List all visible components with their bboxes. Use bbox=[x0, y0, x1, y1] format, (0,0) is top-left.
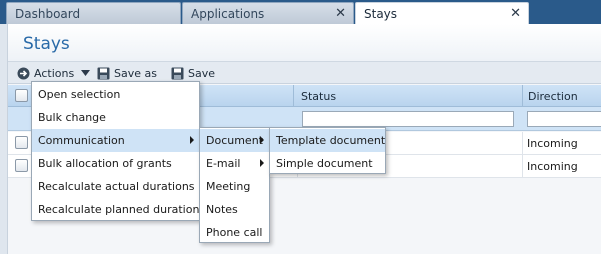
direction-cell: Incoming bbox=[527, 137, 578, 150]
tab-strip: Dashboard Applications ✕ Stays ✕ bbox=[0, 0, 601, 25]
menu-item-open-selection[interactable]: Open selection bbox=[32, 83, 199, 106]
select-all-checkbox[interactable] bbox=[15, 89, 28, 102]
actions-button[interactable]: Actions bbox=[17, 65, 91, 81]
save-as-button[interactable]: Save as bbox=[97, 65, 157, 81]
tab-label: Stays bbox=[364, 7, 398, 21]
tab-dashboard[interactable]: Dashboard bbox=[6, 2, 181, 24]
chevron-down-icon bbox=[81, 70, 91, 76]
menu-item-label: E-mail bbox=[206, 157, 241, 170]
menu-item-label: Phone call bbox=[206, 226, 263, 239]
row-checkbox[interactable] bbox=[15, 136, 28, 149]
column-header-direction[interactable]: Direction bbox=[528, 90, 578, 103]
menu-item-label: Bulk change bbox=[38, 111, 106, 124]
left-border bbox=[0, 24, 8, 254]
menu-item-label: Document bbox=[206, 134, 263, 147]
column-divider bbox=[293, 85, 294, 106]
menu-item-label: Recalculate actual durations bbox=[38, 180, 195, 193]
menu-item-simple-document[interactable]: Simple document bbox=[270, 152, 385, 175]
submenu-arrow-icon bbox=[260, 159, 264, 167]
menu-item-label: Simple document bbox=[276, 157, 373, 170]
column-header-status[interactable]: Status bbox=[301, 90, 336, 103]
close-icon[interactable]: ✕ bbox=[335, 6, 346, 21]
document-submenu: Template document Simple document bbox=[269, 127, 386, 174]
save-button[interactable]: Save bbox=[171, 65, 215, 81]
menu-item-label: Template document bbox=[276, 134, 386, 147]
menu-item-label: Recalculate planned durations bbox=[38, 203, 206, 216]
menu-item-label: Bulk allocation of grants bbox=[38, 157, 172, 170]
tab-applications[interactable]: Applications ✕ bbox=[182, 2, 354, 24]
page-title: Stays bbox=[23, 34, 70, 54]
row-checkbox[interactable] bbox=[15, 159, 28, 172]
column-divider bbox=[522, 155, 523, 177]
menu-item-label: Open selection bbox=[38, 88, 121, 101]
save-as-label: Save as bbox=[114, 66, 157, 80]
actions-menu: Open selection Bulk change Communication… bbox=[31, 81, 205, 221]
submenu-arrow-icon bbox=[190, 136, 194, 144]
menu-item-template-document[interactable]: Template document bbox=[270, 129, 385, 152]
menu-item-notes[interactable]: Notes bbox=[200, 198, 269, 221]
menu-item-recalculate-actual[interactable]: Recalculate actual durations bbox=[32, 175, 199, 198]
save-icon bbox=[171, 67, 184, 79]
menu-item-document[interactable]: Document bbox=[200, 129, 269, 152]
menu-item-email[interactable]: E-mail bbox=[200, 152, 269, 175]
menu-item-label: Notes bbox=[206, 203, 238, 216]
menu-item-label: Meeting bbox=[206, 180, 251, 193]
tab-label: Applications bbox=[191, 7, 265, 21]
actions-label: Actions bbox=[34, 66, 75, 80]
tab-stays[interactable]: Stays ✕ bbox=[355, 2, 529, 25]
menu-item-label: Communication bbox=[38, 134, 125, 147]
title-bar: Stays bbox=[8, 24, 601, 62]
menu-item-recalculate-planned[interactable]: Recalculate planned durations bbox=[32, 198, 205, 221]
column-divider bbox=[522, 132, 523, 154]
menu-item-bulk-change[interactable]: Bulk change bbox=[32, 106, 199, 129]
close-icon[interactable]: ✕ bbox=[510, 6, 521, 21]
menu-item-phone-call[interactable]: Phone call bbox=[200, 221, 269, 244]
direction-cell: Incoming bbox=[527, 160, 578, 173]
menu-item-communication[interactable]: Communication bbox=[32, 129, 199, 152]
menu-item-meeting[interactable]: Meeting bbox=[200, 175, 269, 198]
save-label: Save bbox=[188, 66, 216, 80]
direction-filter-input[interactable] bbox=[527, 111, 601, 127]
tab-label: Dashboard bbox=[15, 7, 81, 21]
menu-item-bulk-allocation[interactable]: Bulk allocation of grants bbox=[32, 152, 199, 175]
submenu-arrow-icon bbox=[260, 136, 264, 144]
actions-circle-icon bbox=[17, 67, 30, 79]
communication-submenu: Document E-mail Meeting Notes Phone call bbox=[199, 127, 270, 243]
save-as-icon bbox=[97, 67, 110, 79]
column-divider bbox=[522, 85, 523, 106]
status-filter-input[interactable] bbox=[302, 111, 514, 127]
